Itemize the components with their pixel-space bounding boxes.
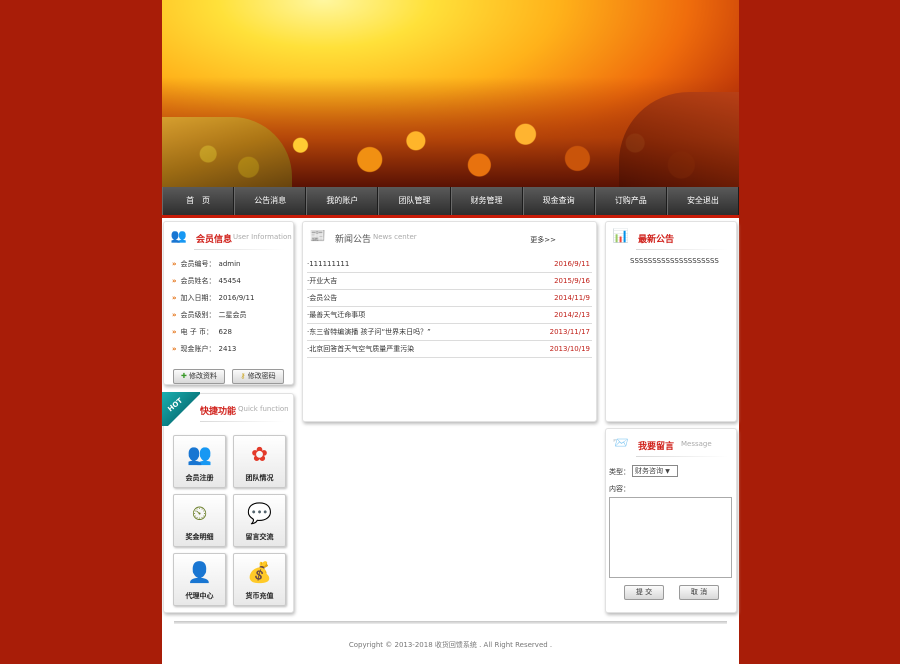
agent-icon: 👤	[187, 560, 212, 584]
chart-icon: 📊	[612, 229, 630, 244]
message-type-label: 类型：	[609, 468, 630, 476]
news-subtitle: News center	[373, 233, 417, 241]
divider	[194, 249, 285, 250]
newspaper-icon: 📰	[309, 229, 327, 244]
news-title: 新闻公告	[335, 235, 372, 245]
member-row-cash: » 现金账户： 2413	[172, 345, 237, 353]
chat-icon: 💬	[247, 501, 272, 525]
news-more-link[interactable]: 更多>>	[530, 235, 556, 245]
key-icon: ⚷	[240, 372, 246, 380]
page: 首 页 公告消息 我的账户 团队管理 财务管理 现金查询 订购产品 安全退出 👥…	[162, 0, 739, 664]
member-info-panel: 👥 会员信息 User Information » 会员编号： admin » 会员姓…	[163, 221, 294, 385]
nav-team[interactable]: 团队管理	[378, 187, 451, 215]
main-nav: 首 页 公告消息 我的账户 团队管理 财务管理 现金查询 订购产品 安全退出	[162, 187, 739, 218]
member-row-level: » 会员级别： 二星会员	[172, 311, 247, 319]
clock-money-icon: ⏲	[191, 501, 208, 525]
submit-button[interactable]: 提 交	[624, 585, 664, 600]
edit-profile-button[interactable]: ✚ 修改资料	[173, 369, 225, 384]
quick-currency-recharge[interactable]: 💰 货币充值	[233, 553, 286, 606]
users-icon: 👥	[170, 229, 188, 244]
message-icon: 📨	[612, 436, 630, 451]
news-item[interactable]: ·111111111 2016/9/11	[307, 256, 592, 273]
footer-divider	[174, 621, 727, 624]
message-header: 📨 我要留言 Message	[606, 429, 736, 457]
nav-logout[interactable]: 安全退出	[666, 187, 739, 215]
member-info-title: 会员信息	[196, 235, 233, 245]
chevron-down-icon: ▼	[665, 468, 670, 475]
users-register-icon: 👥	[187, 442, 212, 466]
nav-finance[interactable]: 财务管理	[450, 187, 523, 215]
quick-bonus-details[interactable]: ⏲ 奖金明细	[173, 494, 226, 547]
news-list: ·111111111 2016/9/11 ·开业大吉 2015/9/16 ·会员公告…	[307, 256, 592, 358]
latest-header: 📊 最新公告	[606, 222, 736, 250]
news-item[interactable]: ·最善天气迁命事项 2014/2/13	[307, 307, 592, 324]
latest-announcement-panel: 📊 最新公告 SSSSSSSSSSSSSSSSSSSS	[605, 221, 737, 422]
message-content-textarea[interactable]	[609, 497, 732, 578]
nav-cash-query[interactable]: 现金查询	[522, 187, 595, 215]
member-row-e-coin: » 电 子 币： 628	[172, 328, 232, 336]
message-content-label: 内容：	[609, 485, 630, 493]
message-title: 我要留言	[638, 442, 675, 452]
quick-function-subtitle: Quick function	[238, 405, 289, 413]
chevron-double-right-icon: »	[172, 277, 177, 285]
cancel-button[interactable]: 取 消	[679, 585, 719, 600]
quick-agent-center[interactable]: 👤 代理中心	[173, 553, 226, 606]
news-item[interactable]: ·北京回答首天气空气质量严重污染 2013/10/19	[307, 341, 592, 358]
divider	[636, 456, 728, 457]
news-item[interactable]: ·开业大吉 2015/9/16	[307, 273, 592, 290]
news-item[interactable]: ·会员公告 2014/11/9	[307, 290, 592, 307]
chevron-double-right-icon: »	[172, 294, 177, 302]
quick-team-status[interactable]: ✿ 团队情况	[233, 435, 286, 488]
latest-title: 最新公告	[638, 235, 675, 245]
latest-announcement-text[interactable]: SSSSSSSSSSSSSSSSSSSS	[630, 257, 719, 265]
member-info-subtitle: User Information	[233, 233, 292, 241]
member-row-name: » 会员姓名： 45454	[172, 277, 241, 285]
quick-function-title: 快捷功能	[200, 407, 237, 417]
chevron-double-right-icon: »	[172, 260, 177, 268]
footer-copyright: Copyright © 2013-2018 收货回馈系统 . All Right…	[348, 641, 553, 649]
quick-message-exchange[interactable]: 💬 留言交流	[233, 494, 286, 547]
news-item[interactable]: ·东三省特编演播 孩子问“世界末日吗？” 2013/11/17	[307, 324, 592, 341]
nav-home[interactable]: 首 页	[162, 187, 235, 215]
member-row-join-date: » 加入日期： 2016/9/11	[172, 294, 255, 302]
divider	[636, 249, 728, 250]
quick-member-register[interactable]: 👥 会员注册	[173, 435, 226, 488]
chevron-double-right-icon: »	[172, 345, 177, 353]
nav-announcements[interactable]: 公告消息	[234, 187, 307, 215]
chevron-double-right-icon: »	[172, 328, 177, 336]
quick-function-panel: HOT 快捷功能 Quick function 👥 会员注册 ✿ 团队情况 ⏲ …	[162, 392, 294, 613]
message-panel: 📨 我要留言 Message 类型： 财务咨询 ▼ 内容： 提 交 取 消	[605, 428, 737, 613]
team-flower-icon: ✿	[251, 442, 268, 466]
nav-my-account[interactable]: 我的账户	[306, 187, 379, 215]
divider	[200, 421, 285, 422]
news-center-panel: 📰 新闻公告 News center 更多>> ·111111111 2016/9…	[302, 221, 597, 422]
news-header: 📰 新闻公告 News center 更多>>	[303, 222, 596, 250]
member-info-header: 👥 会员信息 User Information	[164, 222, 293, 250]
nav-order-products[interactable]: 订购产品	[594, 187, 667, 215]
change-password-button[interactable]: ⚷ 修改密码	[232, 369, 284, 384]
banner-image	[162, 0, 739, 187]
member-row-id: » 会员编号： admin	[172, 260, 241, 268]
message-type-select[interactable]: 财务咨询 ▼	[632, 465, 678, 477]
message-subtitle: Message	[681, 440, 712, 448]
plus-icon: ✚	[180, 372, 187, 380]
quick-function-header: 快捷功能 Quick function	[164, 394, 293, 422]
chevron-double-right-icon: »	[172, 311, 177, 319]
money-bag-icon: 💰	[247, 560, 272, 584]
